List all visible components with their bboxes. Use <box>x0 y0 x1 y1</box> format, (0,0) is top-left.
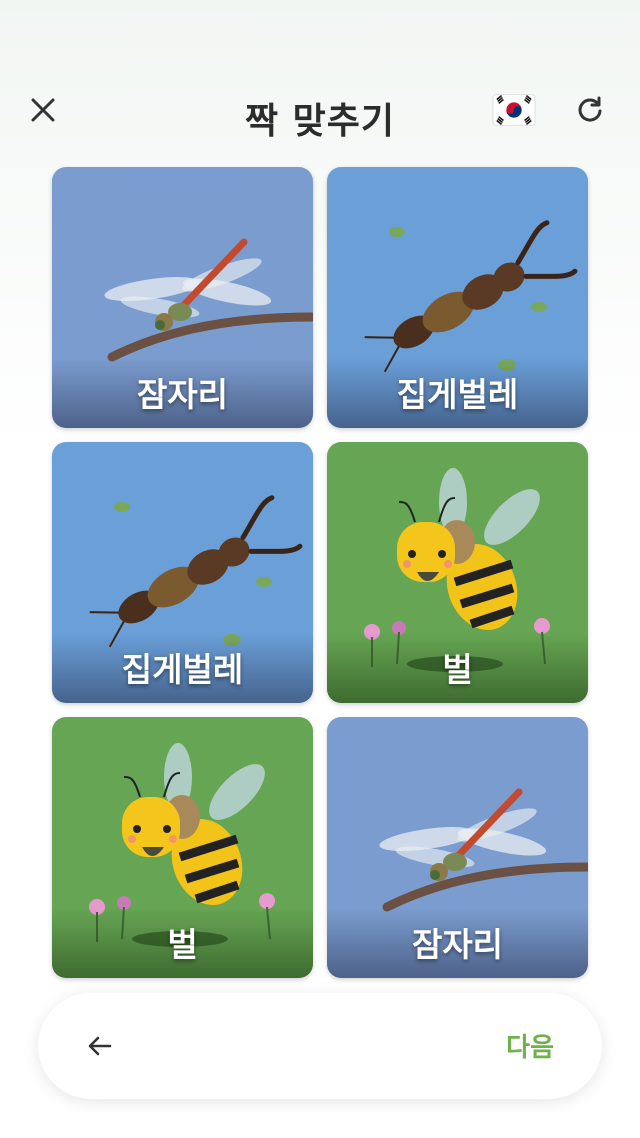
next-button[interactable]: 다음 <box>506 1027 554 1064</box>
card-dragonfly[interactable]: 잠자리 <box>327 717 588 978</box>
card-earwig[interactable]: 집게벌레 <box>327 167 588 428</box>
korea-flag-icon <box>492 94 536 126</box>
card-label: 잠자리 <box>411 925 504 964</box>
page-title: 짝 맞추기 <box>244 101 395 142</box>
card-dragonfly[interactable]: 잠자리 <box>52 167 313 428</box>
card-bee[interactable]: 벌 <box>327 442 588 703</box>
refresh-button[interactable] <box>568 88 612 132</box>
language-button[interactable] <box>492 88 536 132</box>
card-label: 집게벌레 <box>121 650 244 689</box>
arrow-left-icon <box>88 1036 112 1056</box>
card-bee[interactable]: 벌 <box>52 717 313 978</box>
bottom-nav-bar: 다음 <box>38 993 602 1099</box>
header: 짝 맞추기 <box>0 70 640 150</box>
refresh-icon <box>578 96 602 122</box>
back-button[interactable] <box>78 1024 122 1068</box>
card-earwig[interactable]: 집게벌레 <box>52 442 313 703</box>
card-label: 벌 <box>167 925 198 964</box>
card-label: 벌 <box>442 650 473 689</box>
card-label: 잠자리 <box>136 375 229 414</box>
card-label: 집게벌레 <box>396 375 519 414</box>
